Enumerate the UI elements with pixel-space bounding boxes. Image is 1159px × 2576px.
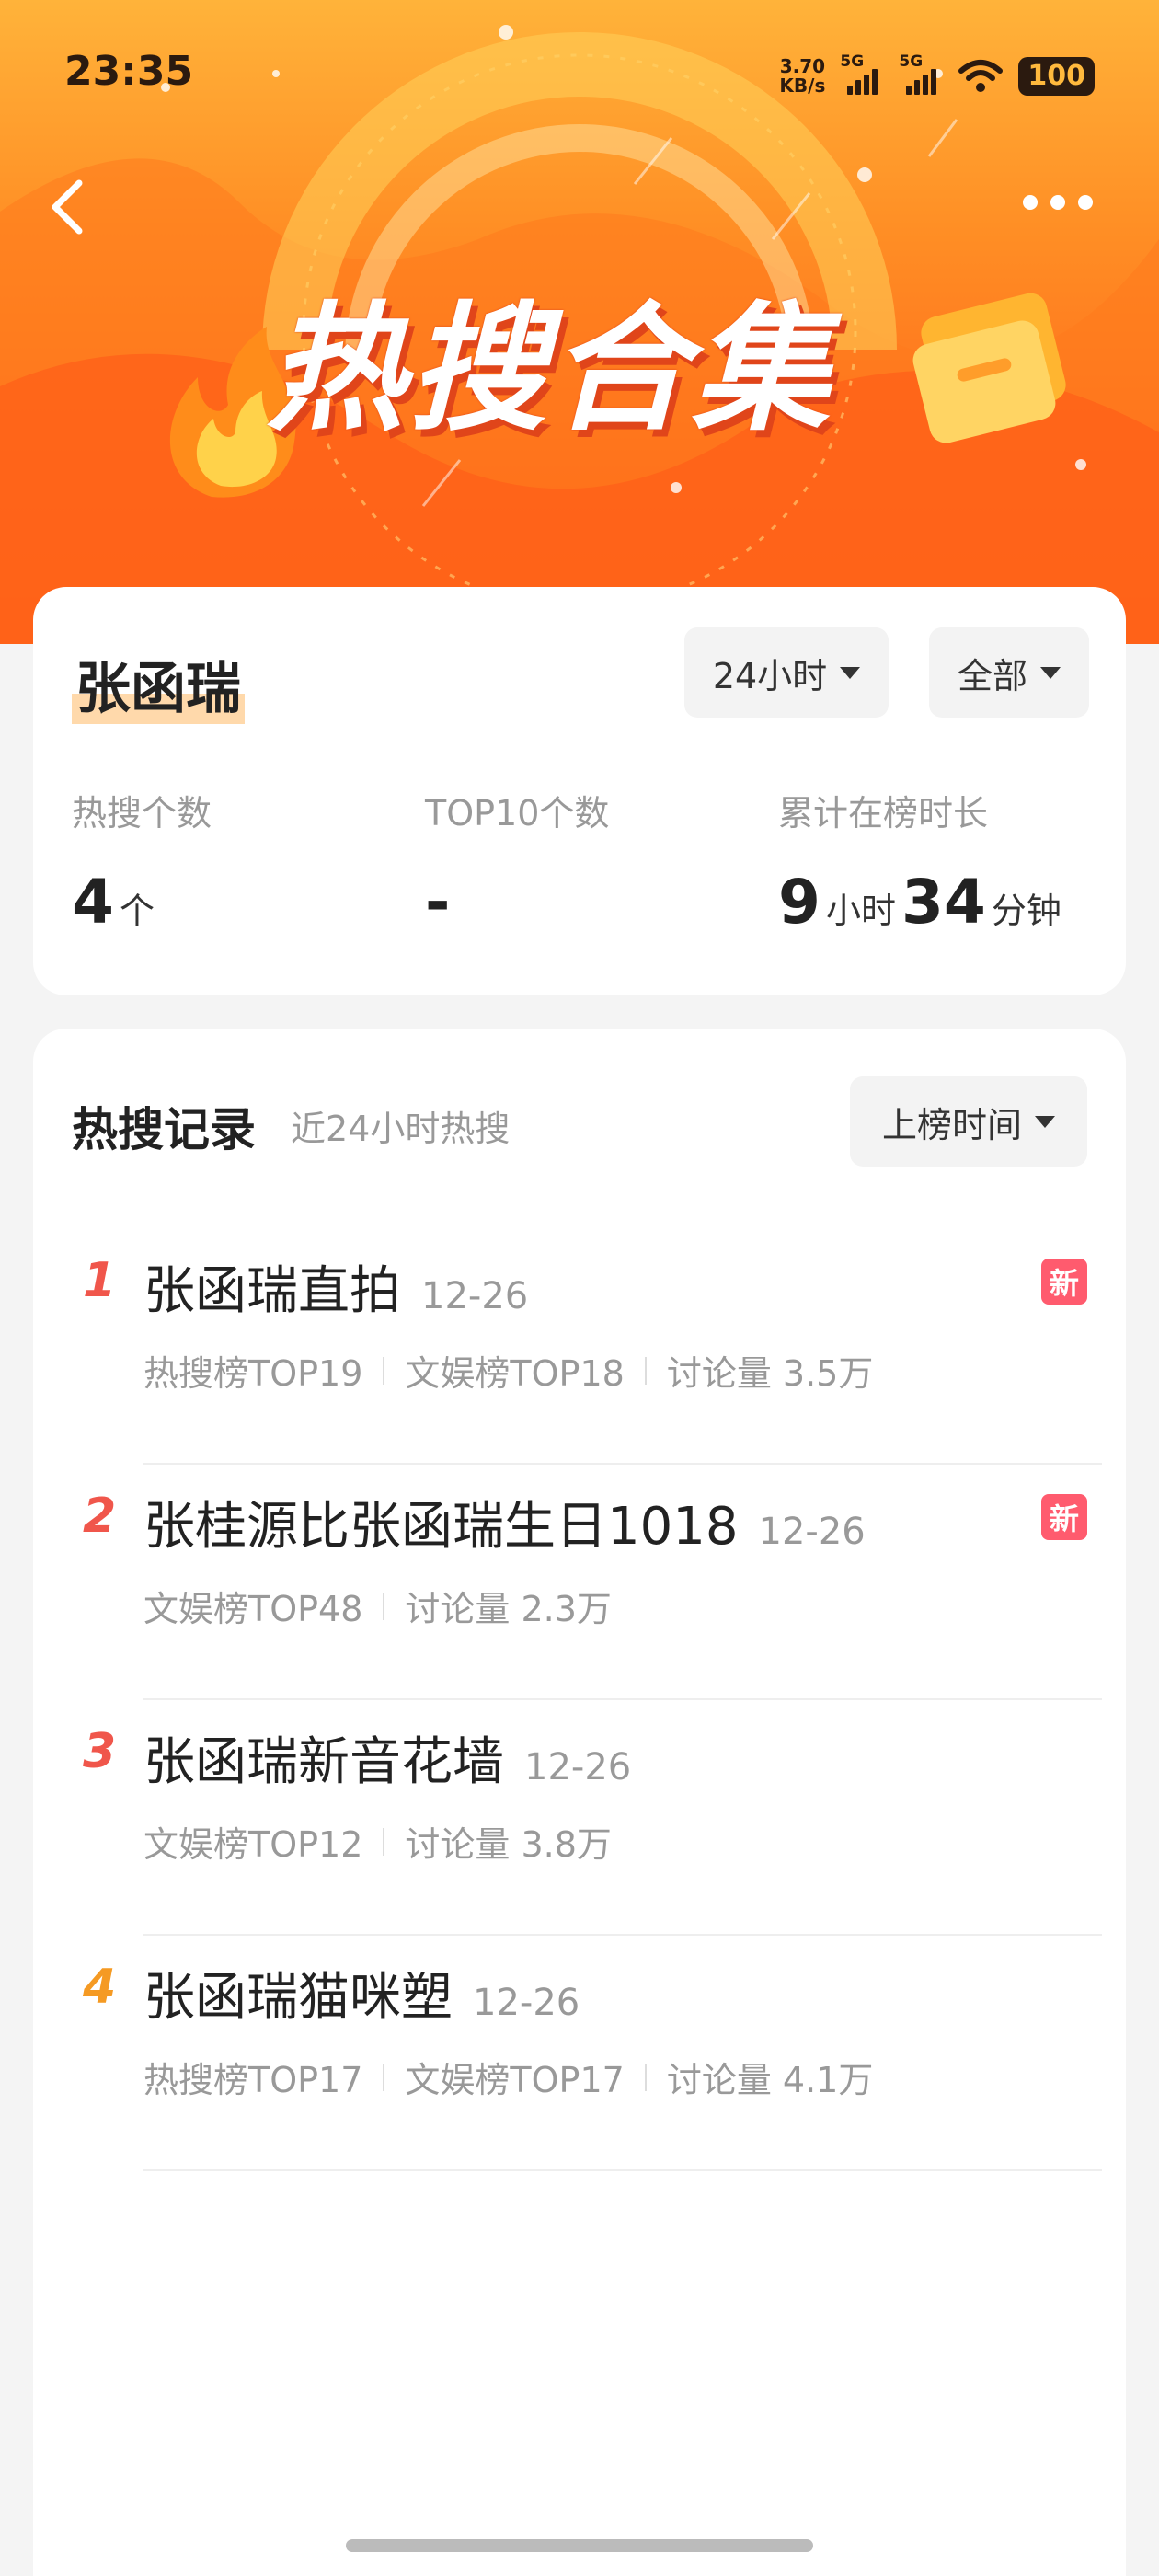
home-indicator[interactable] <box>346 2539 813 2552</box>
rank-number: 2 <box>83 1489 117 1544</box>
more-dots-icon <box>1023 195 1038 210</box>
time-filter-label: 24小时 <box>712 655 828 696</box>
list-item[interactable]: 1 张函瑞直拍 12-26 热搜榜TOP19 文娱榜TOP18 讨论量 3.5万 … <box>33 1229 1126 1465</box>
item-date: 12-26 <box>758 1511 866 1553</box>
network-speed: 3.70 KB/s <box>779 57 825 96</box>
records-title: 热搜记录 <box>72 1103 256 1156</box>
list-item[interactable]: 2 张桂源比张函瑞生日1018 12-26 文娱榜TOP48 讨论量 2.3万 新 <box>33 1465 1126 1700</box>
back-button[interactable] <box>37 170 101 244</box>
item-meta: 热搜榜TOP19 文娱榜TOP18 讨论量 3.5万 <box>143 1353 874 1394</box>
item-title: 张函瑞直拍 12-26 <box>143 1261 529 1321</box>
stat-total-duration: 累计在榜时长 9 小时34 分钟 <box>778 785 1067 941</box>
item-meta: 热搜榜TOP17 文娱榜TOP17 讨论量 4.1万 <box>143 2060 874 2100</box>
status-time: 23:35 <box>64 48 194 95</box>
banner-title: 热搜合集 <box>267 290 834 450</box>
network-speed-unit: KB/s <box>779 75 826 97</box>
item-date: 12-26 <box>421 1275 529 1317</box>
item-date: 12-26 <box>524 1746 632 1788</box>
stat-value: 4个 <box>72 867 155 937</box>
signal-label: 5G <box>840 52 865 71</box>
item-title: 张函瑞猫咪塑 12-26 <box>143 1968 580 2028</box>
rank-number: 1 <box>83 1253 117 1308</box>
records-subtitle: 近24小时热搜 <box>291 1109 511 1149</box>
wifi-icon <box>958 60 1004 92</box>
item-meta: 文娱榜TOP48 讨论量 2.3万 <box>143 1589 612 1629</box>
rank-number: 3 <box>83 1724 117 1779</box>
stat-value: - <box>425 867 451 937</box>
sort-dropdown[interactable]: 上榜时间 <box>850 1076 1087 1167</box>
network-speed-value: 3.70 <box>779 55 826 77</box>
caret-down-icon <box>1035 1115 1055 1128</box>
battery-icon: 100 <box>1018 57 1095 96</box>
stat-value: 9 小时34 分钟 <box>778 867 1061 937</box>
category-filter-dropdown[interactable]: 全部 <box>929 627 1089 718</box>
signal-icon: 5G <box>899 52 943 95</box>
new-badge: 新 <box>1041 1494 1087 1540</box>
new-badge: 新 <box>1041 1259 1087 1305</box>
stat-hot-count: 热搜个数 4个 <box>72 785 212 941</box>
list-item[interactable]: 4 张函瑞猫咪塑 12-26 热搜榜TOP17 文娱榜TOP17 讨论量 4.1万 <box>33 1936 1126 2171</box>
stat-top10-count: TOP10个数 - <box>425 785 609 933</box>
header-banner: 23:35 3.70 KB/s 5G 5G 100 热搜合集 <box>0 0 1159 644</box>
summary-card: 张函瑞 24小时 全部 热搜个数 4个 TOP10个数 - 累计在榜时长 9 小时… <box>33 587 1126 995</box>
status-icons: 3.70 KB/s 5G 5G 100 <box>779 52 1095 99</box>
divider <box>143 2169 1102 2171</box>
chevron-left-icon <box>52 179 83 235</box>
caret-down-icon <box>1040 666 1061 679</box>
time-filter-dropdown[interactable]: 24小时 <box>684 627 889 718</box>
caret-down-icon <box>840 666 861 679</box>
topic-name: 张函瑞 <box>72 644 245 724</box>
item-meta: 文娱榜TOP12 讨论量 3.8万 <box>143 1824 612 1865</box>
records-card: 热搜记录 近24小时热搜 上榜时间 1 张函瑞直拍 12-26 热搜榜TOP19 … <box>33 1029 1126 2576</box>
stat-label: 热搜个数 <box>72 793 212 834</box>
rank-number: 4 <box>83 1960 117 2015</box>
stat-label: 累计在榜时长 <box>778 793 989 834</box>
item-title: 张桂源比张函瑞生日1018 12-26 <box>143 1497 866 1557</box>
status-bar: 23:35 3.70 KB/s 5G 5G 100 <box>0 0 1159 147</box>
category-filter-label: 全部 <box>957 655 1027 696</box>
signal-icon: 5G <box>840 52 884 95</box>
sort-label: 上榜时间 <box>881 1104 1022 1145</box>
more-button[interactable] <box>1023 179 1106 225</box>
item-title: 张函瑞新音花墙 12-26 <box>143 1732 632 1792</box>
list-item[interactable]: 3 张函瑞新音花墙 12-26 文娱榜TOP12 讨论量 3.8万 <box>33 1700 1126 1936</box>
stat-label: TOP10个数 <box>425 793 610 834</box>
page: 23:35 3.70 KB/s 5G 5G 100 热搜合集 张函瑞 24小时 … <box>0 0 1159 2576</box>
item-date: 12-26 <box>473 1982 580 2024</box>
signal-label: 5G <box>899 52 924 71</box>
